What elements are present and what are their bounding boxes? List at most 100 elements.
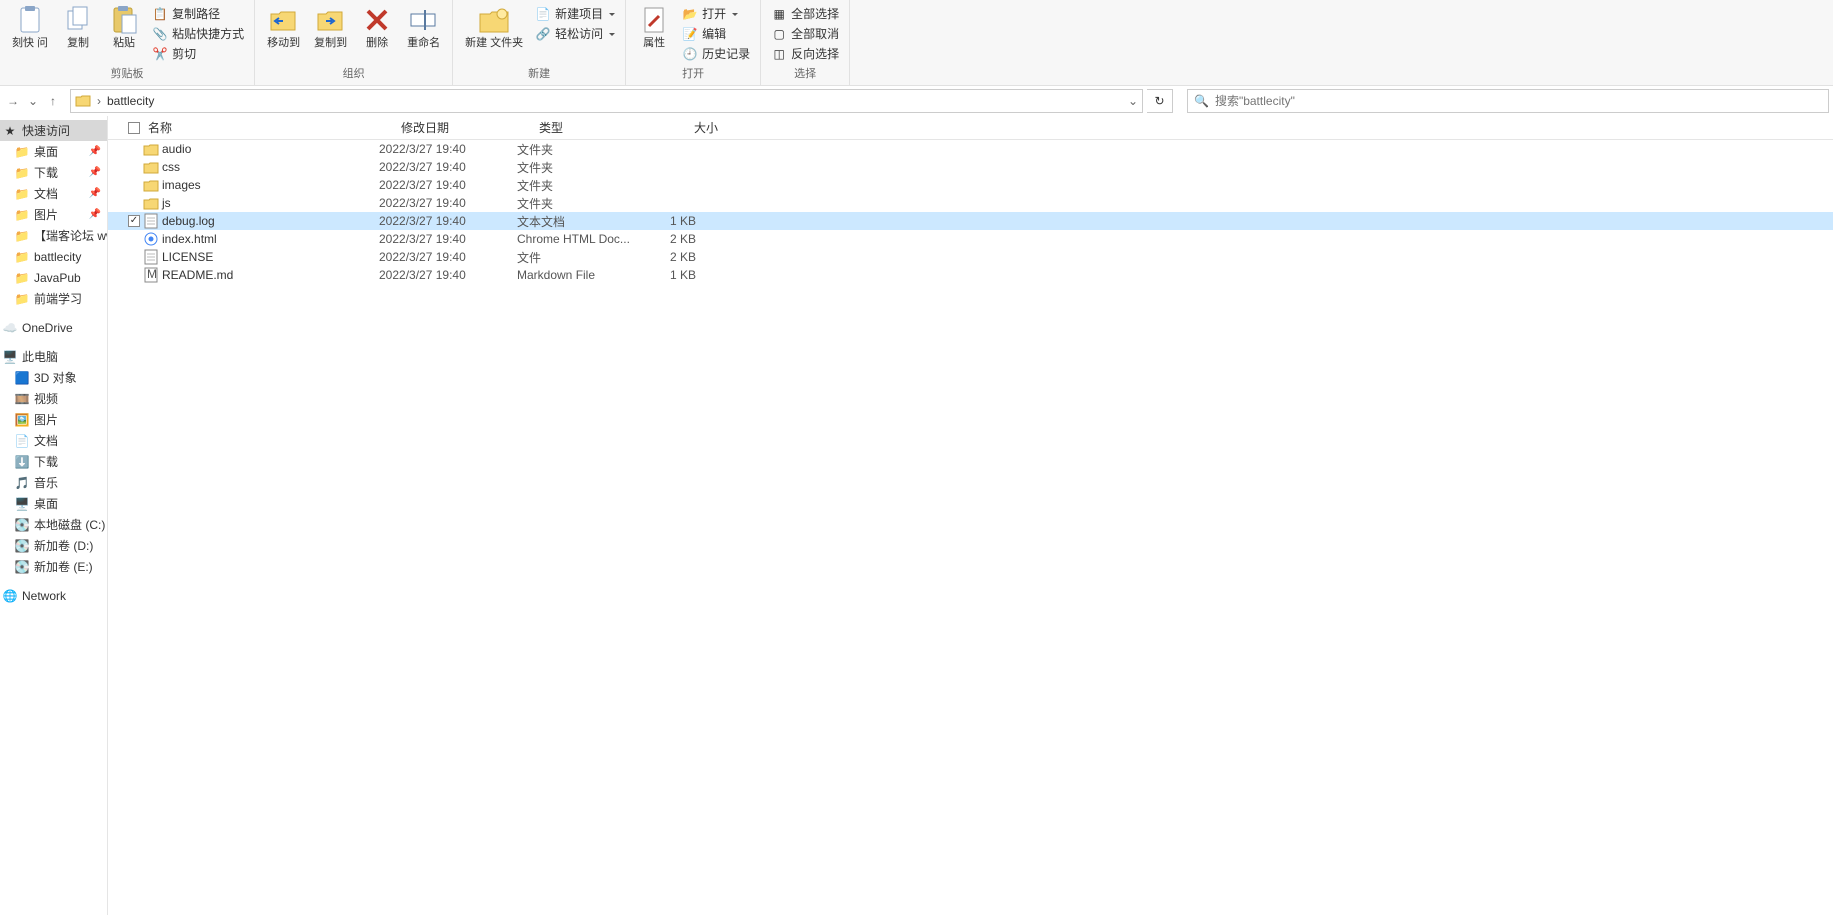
select-none-icon: ▢ <box>771 26 787 42</box>
sidebar-item[interactable]: 💽新加卷 (E:) <box>0 556 107 577</box>
search-box[interactable]: 🔍 <box>1187 89 1829 113</box>
column-size[interactable]: 大小 <box>650 119 724 136</box>
copy-path-button[interactable]: 📋复制路径 <box>148 4 248 23</box>
sidebar-item-label: 视频 <box>34 390 58 407</box>
address-bar[interactable]: › battlecity ⌄ <box>70 89 1143 113</box>
file-type: 文件夹 <box>517 159 634 176</box>
history-button[interactable]: 🕘历史记录 <box>678 44 754 63</box>
file-date: 2022/3/27 19:40 <box>379 178 517 192</box>
device-icon: 💽 <box>14 559 30 575</box>
paste-button[interactable]: 粘贴 <box>102 2 146 52</box>
sidebar-item[interactable]: 📁JavaPub <box>0 267 107 288</box>
select-all-button[interactable]: ▦全部选择 <box>767 4 843 23</box>
file-date: 2022/3/27 19:40 <box>379 142 517 156</box>
cloud-icon: ☁️ <box>2 320 18 336</box>
edit-icon: 📝 <box>682 26 698 42</box>
properties-button[interactable]: 属性 <box>632 2 676 52</box>
device-icon: 🖼️ <box>14 412 30 428</box>
copy-button[interactable]: 复制 <box>56 2 100 52</box>
table-row[interactable]: MREADME.md2022/3/27 19:40Markdown File1 … <box>108 266 1833 284</box>
sidebar-network[interactable]: 🌐 Network <box>0 585 107 606</box>
sidebar-item[interactable]: 🖼️图片 <box>0 409 107 430</box>
file-name: js <box>160 196 379 210</box>
folder-icon: 📁 <box>14 165 30 181</box>
properties-icon <box>638 4 670 36</box>
copy-to-button[interactable]: 复制到 <box>308 2 353 52</box>
file-type-icon: M <box>142 267 160 283</box>
sidebar-item[interactable]: 📁下载📌 <box>0 162 107 183</box>
file-name: README.md <box>160 268 379 282</box>
column-date[interactable]: 修改日期 <box>395 119 533 136</box>
select-all-checkbox[interactable] <box>128 122 140 134</box>
up-button[interactable]: ↑ <box>44 92 62 110</box>
sidebar-quick-access[interactable]: ★ 快速访问 <box>0 120 107 141</box>
forward-button[interactable]: → <box>4 92 22 110</box>
table-row[interactable]: js2022/3/27 19:40文件夹 <box>108 194 1833 212</box>
file-type-icon <box>142 231 160 247</box>
device-icon: 🎵 <box>14 475 30 491</box>
sidebar-item-label: 下载 <box>34 453 58 470</box>
invert-selection-button[interactable]: ◫反向选择 <box>767 44 843 63</box>
column-headers: 名称⌃ 修改日期 类型 大小 <box>108 116 1833 140</box>
table-row[interactable]: images2022/3/27 19:40文件夹 <box>108 176 1833 194</box>
column-type[interactable]: 类型 <box>533 119 650 136</box>
search-input[interactable] <box>1215 94 1822 108</box>
main-area: ★ 快速访问 📁桌面📌📁下载📌📁文档📌📁图片📌 📁【瑞客论坛 www.ru📁ba… <box>0 116 1833 915</box>
paste-shortcut-button[interactable]: 📎粘贴快捷方式 <box>148 24 248 43</box>
table-row[interactable]: css2022/3/27 19:40文件夹 <box>108 158 1833 176</box>
sidebar-this-pc[interactable]: 🖥️ 此电脑 <box>0 346 107 367</box>
address-dropdown-icon[interactable]: ⌄ <box>1128 94 1138 108</box>
select-none-button[interactable]: ▢全部取消 <box>767 24 843 43</box>
sidebar-item[interactable]: 📄文档 <box>0 430 107 451</box>
new-item-button[interactable]: 📄新建项目 <box>531 4 619 23</box>
open-button[interactable]: 📂打开 <box>678 4 754 23</box>
ribbon-group-select: ▦全部选择 ▢全部取消 ◫反向选择 选择 <box>761 0 850 85</box>
file-type: 文件夹 <box>517 195 634 212</box>
sidebar-item-label: 图片 <box>34 411 58 428</box>
sidebar-item[interactable]: 📁battlecity <box>0 246 107 267</box>
sidebar-onedrive[interactable]: ☁️ OneDrive <box>0 317 107 338</box>
sidebar-item[interactable]: 📁前端学习 <box>0 288 107 309</box>
table-row[interactable]: index.html2022/3/27 19:40Chrome HTML Doc… <box>108 230 1833 248</box>
ribbon: 刻快 问 复制 粘贴 📋复制路径 📎粘贴快捷方式 ✂️剪切 剪贴板 移动到 <box>0 0 1833 86</box>
sidebar-item-label: 新加卷 (D:) <box>34 537 93 554</box>
table-row[interactable]: LICENSE2022/3/27 19:40文件2 KB <box>108 248 1833 266</box>
sidebar-item[interactable]: 💽新加卷 (D:) <box>0 535 107 556</box>
sidebar-item[interactable]: 📁【瑞客论坛 www.ru <box>0 225 107 246</box>
rename-button[interactable]: 重命名 <box>401 2 446 52</box>
sidebar-item[interactable]: 📁桌面📌 <box>0 141 107 162</box>
table-row[interactable]: debug.log2022/3/27 19:40文本文档1 KB <box>108 212 1833 230</box>
sidebar-item[interactable]: 🟦3D 对象 <box>0 367 107 388</box>
table-row[interactable]: audio2022/3/27 19:40文件夹 <box>108 140 1833 158</box>
ribbon-group-new: 新建 文件夹 📄新建项目 🔗轻松访问 新建 <box>453 0 626 85</box>
breadcrumb[interactable]: battlecity <box>103 94 158 108</box>
row-checkbox[interactable] <box>128 215 140 227</box>
clipboard-icon <box>14 4 46 36</box>
sidebar-item[interactable]: 🎵音乐 <box>0 472 107 493</box>
refresh-button[interactable]: ↻ <box>1147 89 1173 113</box>
recent-dropdown[interactable]: ⌄ <box>24 92 42 110</box>
copy-ask-button[interactable]: 刻快 问 <box>6 2 54 52</box>
sidebar-item-label: 新加卷 (E:) <box>34 558 93 575</box>
delete-button[interactable]: 删除 <box>355 2 399 52</box>
file-type-icon <box>142 159 160 175</box>
device-icon: 📄 <box>14 433 30 449</box>
sidebar-item[interactable]: 🎞️视频 <box>0 388 107 409</box>
new-folder-button[interactable]: 新建 文件夹 <box>459 2 529 52</box>
sidebar-item[interactable]: 📁文档📌 <box>0 183 107 204</box>
sidebar-item[interactable]: 📁图片📌 <box>0 204 107 225</box>
network-icon: 🌐 <box>2 588 18 604</box>
edit-button[interactable]: 📝编辑 <box>678 24 754 43</box>
address-chevron-icon[interactable]: › <box>95 94 103 108</box>
folder-icon: 📁 <box>14 207 30 223</box>
navigation-bar: → ⌄ ↑ › battlecity ⌄ ↻ 🔍 <box>0 86 1833 116</box>
sidebar-item[interactable]: 🖥️桌面 <box>0 493 107 514</box>
sidebar-item[interactable]: ⬇️下载 <box>0 451 107 472</box>
file-size: 1 KB <box>634 268 702 282</box>
column-name[interactable]: 名称⌃ <box>142 119 395 136</box>
sidebar-item[interactable]: 💽本地磁盘 (C:) <box>0 514 107 535</box>
easy-access-button[interactable]: 🔗轻松访问 <box>531 24 619 43</box>
move-to-button[interactable]: 移动到 <box>261 2 306 52</box>
delete-icon <box>361 4 393 36</box>
cut-button[interactable]: ✂️剪切 <box>148 44 248 63</box>
